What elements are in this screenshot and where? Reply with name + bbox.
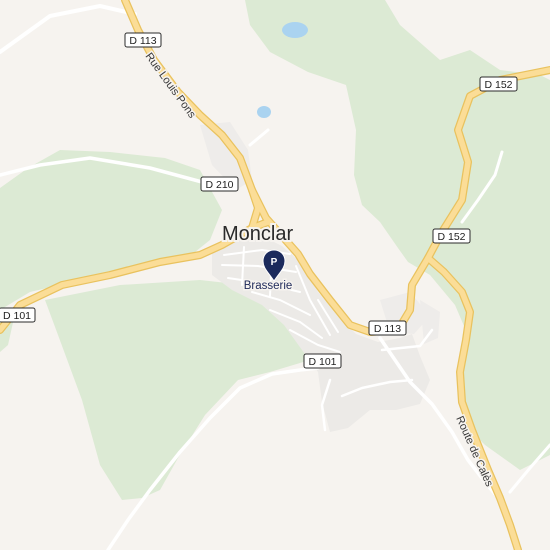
svg-text:D 101: D 101 — [3, 310, 31, 322]
road-shield-d152-east: D 152 — [432, 228, 471, 244]
svg-text:D 152: D 152 — [484, 79, 512, 91]
poi-label[interactable]: Brasserie — [242, 279, 294, 294]
road-shield-d152-northeast: D 152 — [479, 76, 518, 92]
svg-text:D 113: D 113 — [374, 323, 401, 335]
svg-text:D 101: D 101 — [308, 356, 336, 368]
road-shield-d101-west: D 101 — [0, 307, 36, 323]
map-view[interactable]: Rue Louis Pons Route de Calès D 113 D 15… — [0, 0, 550, 550]
svg-text:D 152: D 152 — [437, 231, 465, 243]
svg-text:D 113: D 113 — [129, 35, 156, 47]
town-label: Monclar — [222, 223, 293, 245]
road-shield-d210: D 210 — [200, 176, 239, 192]
road-shield-d113-north: D 113 — [124, 32, 162, 48]
road-shield-d113-east: D 113 — [368, 320, 407, 336]
svg-text:D 210: D 210 — [205, 179, 233, 191]
road-shield-d101-south: D 101 — [303, 353, 342, 369]
map-canvas[interactable]: Rue Louis Pons Route de Calès D 113 D 15… — [0, 0, 550, 550]
pin-letter: P — [271, 257, 278, 268]
